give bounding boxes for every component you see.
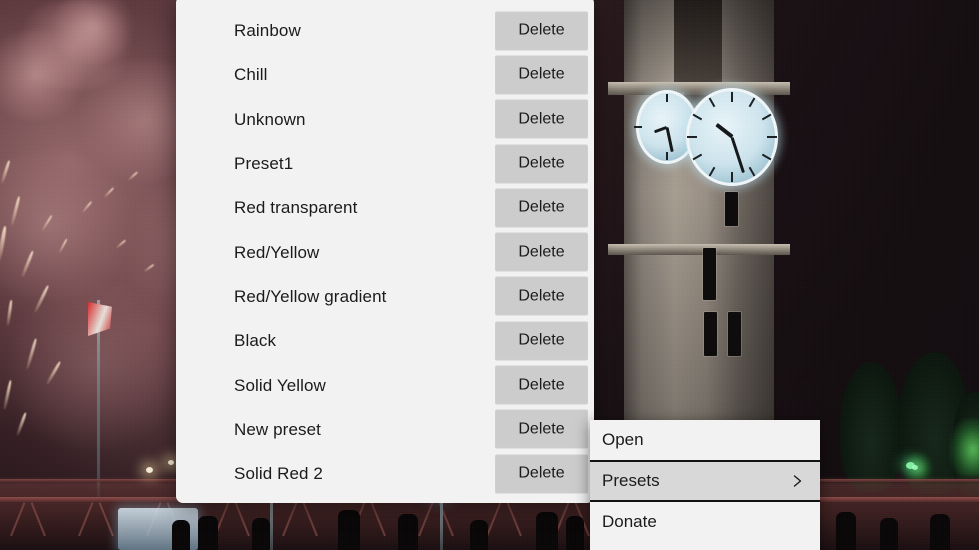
preset-row[interactable]: Red/Yellow Delete bbox=[176, 230, 594, 274]
context-menu-item-label: Presets bbox=[602, 471, 660, 490]
delete-preset-button[interactable]: Delete bbox=[495, 99, 588, 139]
preset-row[interactable]: Solid Yellow Delete bbox=[176, 363, 594, 407]
preset-name-label: Red transparent bbox=[234, 198, 358, 218]
preset-name-label: New preset bbox=[234, 419, 321, 439]
context-menu-item-open[interactable]: Open bbox=[590, 420, 820, 460]
preset-name-label: Preset1 bbox=[234, 154, 294, 174]
context-menu-items: Open Presets Donate bbox=[590, 420, 820, 542]
delete-preset-button[interactable]: Delete bbox=[495, 276, 588, 316]
preset-row[interactable]: Red transparent Delete bbox=[176, 186, 594, 230]
preset-row[interactable]: New preset Delete bbox=[176, 407, 594, 451]
preset-row[interactable]: Chill Delete bbox=[176, 53, 594, 97]
preset-row[interactable]: Rainbow Delete bbox=[176, 9, 594, 53]
preset-name-label: Black bbox=[234, 331, 277, 351]
context-menu-item-label: Donate bbox=[602, 512, 657, 531]
preset-name-label: Solid Red 2 bbox=[234, 464, 323, 484]
preset-name-label: Rainbow bbox=[234, 21, 301, 41]
delete-preset-button[interactable]: Delete bbox=[495, 321, 588, 361]
delete-preset-button[interactable]: Delete bbox=[495, 409, 588, 449]
preset-row[interactable]: Unknown Delete bbox=[176, 97, 594, 141]
delete-preset-button[interactable]: Delete bbox=[495, 11, 588, 51]
chevron-right-icon bbox=[791, 475, 804, 488]
preset-name-label: Red/Yellow gradient bbox=[234, 286, 387, 306]
preset-row[interactable]: Red/Yellow gradient Delete bbox=[176, 274, 594, 318]
delete-preset-button[interactable]: Delete bbox=[495, 188, 588, 228]
preset-name-label: Chill bbox=[234, 65, 268, 85]
preset-name-label: Solid Yellow bbox=[234, 375, 326, 395]
preset-row[interactable]: Solid Red 2 Delete bbox=[176, 452, 594, 496]
presets-list-panel: Rainbow Delete Chill Delete Unknown Delete Pre… bbox=[176, 0, 594, 503]
preset-name-label: Red/Yellow bbox=[234, 242, 320, 262]
tray-context-menu: Open Presets Donate bbox=[590, 420, 820, 550]
context-menu-item-donate[interactable]: Donate bbox=[590, 502, 820, 542]
preset-row[interactable]: Black Delete bbox=[176, 319, 594, 363]
delete-preset-button[interactable]: Delete bbox=[495, 232, 588, 272]
preset-name-label: Unknown bbox=[234, 109, 306, 129]
delete-preset-button[interactable]: Delete bbox=[495, 454, 588, 494]
context-menu-item-presets[interactable]: Presets bbox=[590, 460, 820, 502]
delete-preset-button[interactable]: Delete bbox=[495, 144, 588, 184]
delete-preset-button[interactable]: Delete bbox=[495, 55, 588, 95]
presets-list[interactable]: Rainbow Delete Chill Delete Unknown Delete Pre… bbox=[176, 0, 594, 503]
context-menu-item-label: Open bbox=[602, 430, 644, 449]
preset-row[interactable]: Preset1 Delete bbox=[176, 141, 594, 185]
delete-preset-button[interactable]: Delete bbox=[495, 365, 588, 405]
